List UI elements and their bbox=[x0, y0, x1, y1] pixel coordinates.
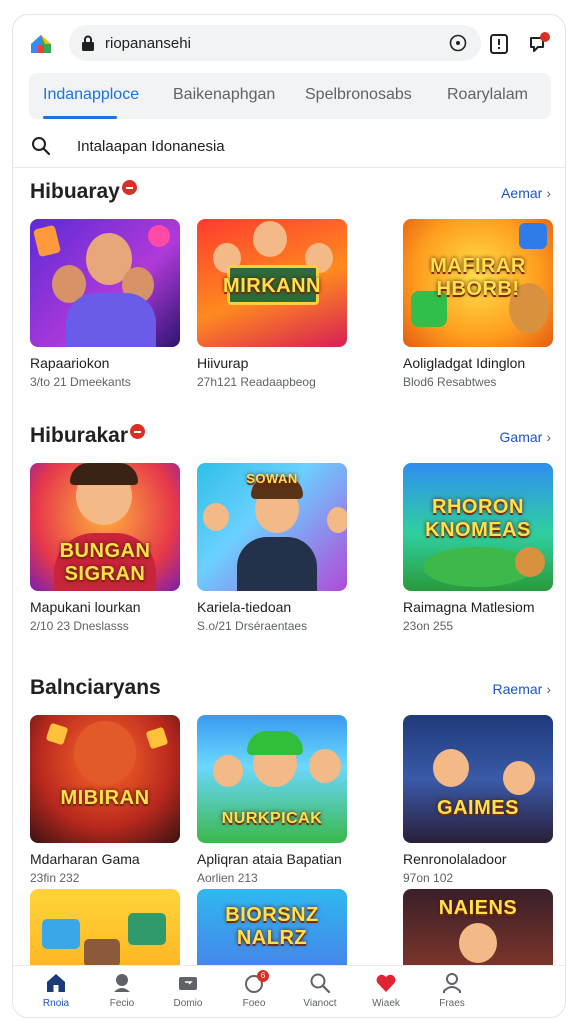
game-meta: 97on 102 bbox=[403, 871, 454, 885]
game-meta: Aorlien 213 bbox=[197, 871, 258, 885]
see-more-link[interactable]: Aemar › bbox=[501, 185, 551, 201]
game-card[interactable]: BUNGAN SIGRAN Mapukani lourkan 2/10 23 D… bbox=[30, 463, 180, 633]
new-badge-icon bbox=[130, 424, 146, 439]
game-card[interactable]: Rapaariokon 3/to 21 Dmeekants bbox=[30, 219, 180, 389]
search-icon bbox=[310, 973, 331, 994]
game-meta: 3/to 21 Dmeekants bbox=[30, 375, 131, 389]
nav-item-home[interactable]: Rnoia bbox=[23, 972, 89, 1009]
browser-toolbar: riopanansehi bbox=[13, 15, 565, 73]
game-meta: 27h121 Readaapbeog bbox=[197, 375, 316, 389]
game-title: Mdarharan Gama bbox=[30, 851, 140, 867]
game-title: Aoligladgat Idinglon bbox=[403, 355, 526, 371]
search-query: Intalaapan Idonanesia bbox=[77, 137, 225, 155]
active-tab-indicator bbox=[43, 116, 117, 119]
game-thumbnail: RHORON KNOMEAS bbox=[403, 463, 553, 591]
person-icon bbox=[114, 974, 130, 992]
nav-item-domio[interactable]: Domio bbox=[155, 972, 221, 1009]
address-bar[interactable]: riopanansehi bbox=[69, 25, 481, 61]
chevron-right-icon: › bbox=[546, 681, 551, 697]
nav-item-fecio[interactable]: Fecio bbox=[89, 972, 155, 1009]
game-meta: 23on 255 bbox=[403, 619, 454, 633]
game-thumbnail: BUNGAN SIGRAN bbox=[30, 463, 180, 591]
nav-item-foeo[interactable]: 6 Foeo bbox=[221, 970, 287, 1009]
bottom-navigation: Rnoia Fecio Domio 6 Foeo Vianoct Wiaek F… bbox=[13, 965, 565, 1017]
section-title: Balnciaryans bbox=[30, 676, 161, 699]
url-text: riopanansehi bbox=[105, 34, 191, 52]
game-title: Raimagna Matlesiom bbox=[403, 599, 535, 615]
search-icon bbox=[32, 137, 51, 156]
nav-item-fraes[interactable]: Fraes bbox=[419, 972, 485, 1009]
game-thumbnail bbox=[30, 219, 180, 347]
search-bar[interactable]: Intalaapan Idonanesia bbox=[29, 125, 551, 167]
game-thumbnail: GAIMES bbox=[403, 715, 553, 843]
notification-badge: 6 bbox=[257, 970, 269, 982]
tab-roarylalam[interactable]: Roarylalam bbox=[447, 86, 528, 104]
game-meta: 2/10 23 Dneslasss bbox=[30, 619, 129, 633]
game-meta: 23fin 232 bbox=[30, 871, 80, 885]
game-title: Kariela-tiedoan bbox=[197, 599, 292, 615]
chevron-right-icon: › bbox=[546, 429, 551, 445]
heart-icon bbox=[376, 974, 396, 992]
game-title: Renronolaladoor bbox=[403, 851, 507, 867]
game-card[interactable]: NURKPICAK Apliqran ataia Bapatian Aorlie… bbox=[197, 715, 347, 885]
nav-item-vianoct[interactable]: Vianoct bbox=[287, 972, 353, 1009]
new-badge-icon bbox=[121, 180, 137, 195]
game-meta: Blod6 Resabtwes bbox=[403, 375, 497, 389]
game-title: Apliqran ataia Bapatian bbox=[197, 851, 342, 867]
home-icon bbox=[47, 974, 65, 992]
site-info-icon[interactable] bbox=[449, 34, 467, 52]
notifications-icon[interactable] bbox=[527, 32, 551, 56]
game-thumbnail: NURKPICAK bbox=[197, 715, 347, 843]
tab-indanapploce[interactable]: Indanapploce bbox=[43, 86, 139, 104]
see-more-link[interactable]: Raemar › bbox=[493, 681, 551, 697]
game-title: Mapukani lourkan bbox=[30, 599, 141, 615]
game-title: Hiivurap bbox=[197, 355, 249, 371]
game-thumbnail: MAFIRAR HBORB! bbox=[403, 219, 553, 347]
game-card[interactable]: GAIMES Renronolaladoor 97on 102 bbox=[403, 715, 553, 885]
see-more-link[interactable]: Gamar › bbox=[500, 429, 551, 445]
game-card[interactable]: SOWAN Kariela-tiedoan S.o/21 Drséraentae… bbox=[197, 463, 347, 633]
game-meta: S.o/21 Drséraentaes bbox=[197, 619, 308, 633]
lock-icon bbox=[82, 35, 94, 51]
divider bbox=[13, 167, 565, 168]
game-thumbnail: MIRKANN bbox=[197, 219, 347, 347]
game-thumbnail: MIBIRAN bbox=[30, 715, 180, 843]
game-title: Rapaariokon bbox=[30, 355, 110, 371]
chevron-right-icon: › bbox=[546, 185, 551, 201]
tab-spelbronosabs[interactable]: Spelbronosabs bbox=[305, 86, 412, 104]
game-card[interactable]: MIBIRAN Mdarharan Gama 23fin 232 bbox=[30, 715, 180, 885]
game-card[interactable]: MAFIRAR HBORB! Aoligladgat Idinglon Blod… bbox=[403, 219, 553, 389]
nav-item-wiaek[interactable]: Wiaek bbox=[353, 972, 419, 1009]
section-title: Hiburakar bbox=[30, 424, 146, 448]
tab-baikenaphgan[interactable]: Baikenaphgan bbox=[173, 86, 275, 104]
app-window: riopanansehi Indanapploce Baikenaphgan S… bbox=[12, 14, 566, 1018]
account-icon bbox=[443, 973, 461, 993]
game-thumbnail: SOWAN bbox=[197, 463, 347, 591]
app-logo-icon[interactable] bbox=[29, 32, 53, 56]
category-tabs: Indanapploce Baikenaphgan Spelbronosabs … bbox=[29, 73, 551, 119]
tab-switcher-icon[interactable] bbox=[487, 32, 511, 56]
tablet-icon bbox=[179, 977, 197, 990]
game-card[interactable]: RHORON KNOMEAS Raimagna Matlesiom 23on 2… bbox=[403, 463, 553, 633]
section-title: Hibuaray bbox=[30, 180, 137, 204]
game-card[interactable]: MIRKANN Hiivurap 27h121 Readaapbeog bbox=[197, 219, 347, 389]
